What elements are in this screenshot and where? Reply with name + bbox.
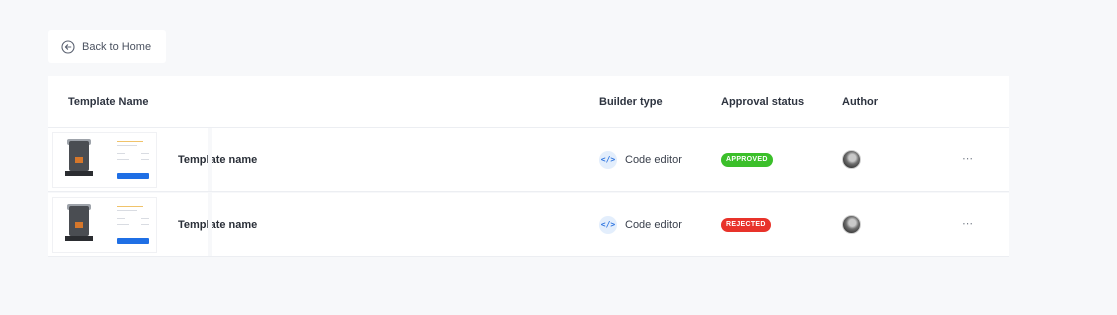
more-options-icon[interactable]: ⋯: [962, 219, 974, 230]
coffee-machine-image: [65, 203, 95, 244]
avatar: [842, 150, 861, 169]
back-to-home-label: Back to Home: [82, 40, 152, 53]
table-header: Template Name Builder type Approval stat…: [48, 76, 1009, 128]
builder-type-label: Code editor: [625, 153, 682, 166]
template-thumbnail[interactable]: [52, 131, 157, 188]
builder-type-label: Code editor: [625, 218, 682, 231]
table-row[interactable]: Template name </> Code editor APPROVED ⋯: [48, 128, 1009, 192]
template-name[interactable]: Template name: [178, 219, 257, 231]
code-editor-icon: </>: [599, 150, 617, 169]
templates-table: Template Name Builder type Approval stat…: [48, 76, 1009, 257]
template-thumbnail[interactable]: [52, 196, 157, 253]
avatar: [842, 215, 861, 234]
column-header-author: Author: [842, 95, 879, 108]
column-header-builder-type: Builder type: [599, 95, 663, 108]
column-header-approval-status: Approval status: [721, 95, 805, 108]
status-badge: REJECTED: [721, 217, 771, 232]
arrow-left-circle-icon: [61, 39, 75, 54]
back-to-home-button[interactable]: Back to Home: [48, 30, 166, 63]
status-badge: APPROVED: [721, 152, 773, 167]
column-header-template-name: Template Name: [68, 95, 149, 108]
more-options-icon[interactable]: ⋯: [962, 154, 974, 165]
template-name[interactable]: Template name: [178, 154, 257, 166]
table-row[interactable]: Template name </> Code editor REJECTED ⋯: [48, 193, 1009, 257]
coffee-machine-image: [65, 138, 95, 179]
code-editor-icon: </>: [599, 215, 617, 234]
